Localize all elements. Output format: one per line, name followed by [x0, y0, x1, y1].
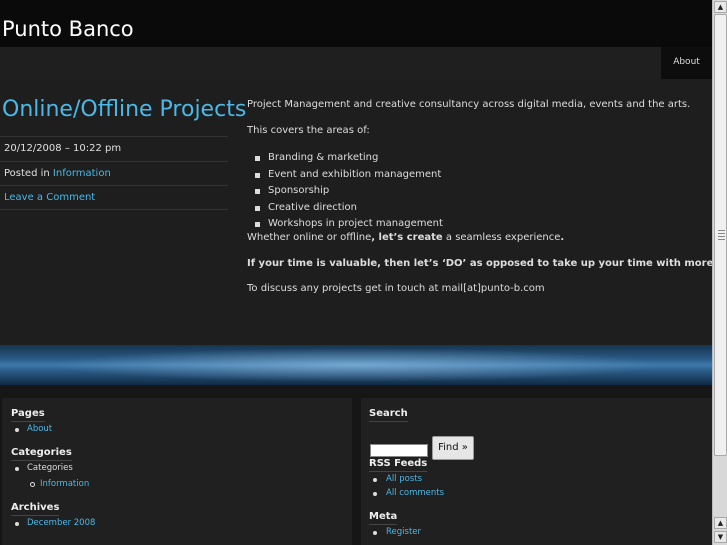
meta-register-link[interactable]: Register: [386, 527, 421, 537]
meta-title: Meta: [369, 511, 398, 525]
list-item: Workshops in project management: [255, 216, 443, 233]
sidebar-item-december-2008[interactable]: December 2008: [27, 518, 95, 528]
post-title[interactable]: Online/Offline Projects: [2, 97, 246, 122]
search-title: Search: [369, 408, 408, 422]
bullet-icon: [373, 531, 377, 535]
sidebar-item-information[interactable]: Information: [40, 479, 89, 489]
valuable-paragraph: If your time is valuable, then let’s ‘DO…: [247, 258, 727, 269]
sidebar-right: Search Find » RSS Feeds All posts All co…: [361, 398, 712, 545]
leave-comment-line: Leave a Comment: [0, 185, 228, 210]
site-title[interactable]: Punto Banco: [2, 17, 134, 41]
main-content: Online/Offline Projects 20/12/2008 – 10:…: [0, 79, 727, 345]
sub-bullet-icon: [30, 482, 35, 487]
rss-all-posts-link[interactable]: All posts: [386, 474, 422, 484]
categories-title: Categories: [11, 447, 72, 461]
vertical-scrollbar[interactable]: ▲ ▲ ▼: [712, 0, 727, 545]
areas-list: Branding & marketing Event and exhibitio…: [255, 150, 443, 233]
footer: Pages About Categories Categories Inform…: [0, 385, 712, 545]
search-input[interactable]: [370, 444, 428, 457]
whether-end-text: .: [560, 232, 565, 243]
band-highlight: [0, 345, 712, 385]
arrow-up-icon[interactable]: ▲: [714, 1, 727, 13]
sidebar-item-about[interactable]: About: [27, 424, 52, 434]
rss-title: RSS Feeds: [369, 458, 428, 472]
archives-title: Archives: [11, 502, 60, 516]
list-item: Sponsorship: [255, 183, 443, 200]
nav-about-link[interactable]: About: [661, 47, 712, 79]
sidebar-left: Pages About Categories Categories Inform…: [2, 398, 352, 545]
whether-post-text: a seamless experience: [442, 232, 561, 243]
rss-all-comments-link[interactable]: All comments: [386, 488, 444, 498]
arrow-up-icon[interactable]: ▲: [714, 517, 727, 529]
whether-bold-text: , let’s create: [371, 232, 443, 243]
scrollbar-thumb[interactable]: [714, 14, 727, 456]
list-item: Branding & marketing: [255, 150, 443, 167]
site-header: Punto Banco: [0, 0, 712, 47]
post-category-line: Posted in Information: [0, 161, 228, 186]
post-date: 20/12/2008 – 10:22 pm: [0, 136, 228, 161]
leave-comment-link[interactable]: Leave a Comment: [4, 192, 95, 203]
covers-paragraph: This covers the areas of:: [247, 125, 370, 136]
bullet-icon: [15, 428, 19, 432]
grip-icon: [718, 230, 725, 242]
whether-paragraph: Whether online or offline, let’s create …: [247, 232, 564, 243]
posted-in-label: Posted in: [4, 168, 53, 179]
arrow-down-icon[interactable]: ▼: [714, 531, 727, 543]
contact-paragraph: To discuss any projects get in touch at …: [247, 283, 545, 294]
bullet-icon: [15, 467, 19, 471]
bullet-icon: [373, 478, 377, 482]
whether-text: Whether online or offline: [247, 232, 372, 243]
bullet-icon: [373, 492, 377, 496]
pages-title: Pages: [11, 408, 45, 422]
bullet-icon: [15, 522, 19, 526]
find-button[interactable]: Find »: [432, 436, 474, 460]
nav-bar: About: [0, 47, 712, 79]
list-item: Event and exhibition management: [255, 167, 443, 184]
category-link[interactable]: Information: [53, 168, 111, 179]
categories-parent: Categories: [27, 463, 73, 473]
intro-paragraph: Project Management and creative consulta…: [247, 99, 691, 110]
list-item: Creative direction: [255, 200, 443, 217]
